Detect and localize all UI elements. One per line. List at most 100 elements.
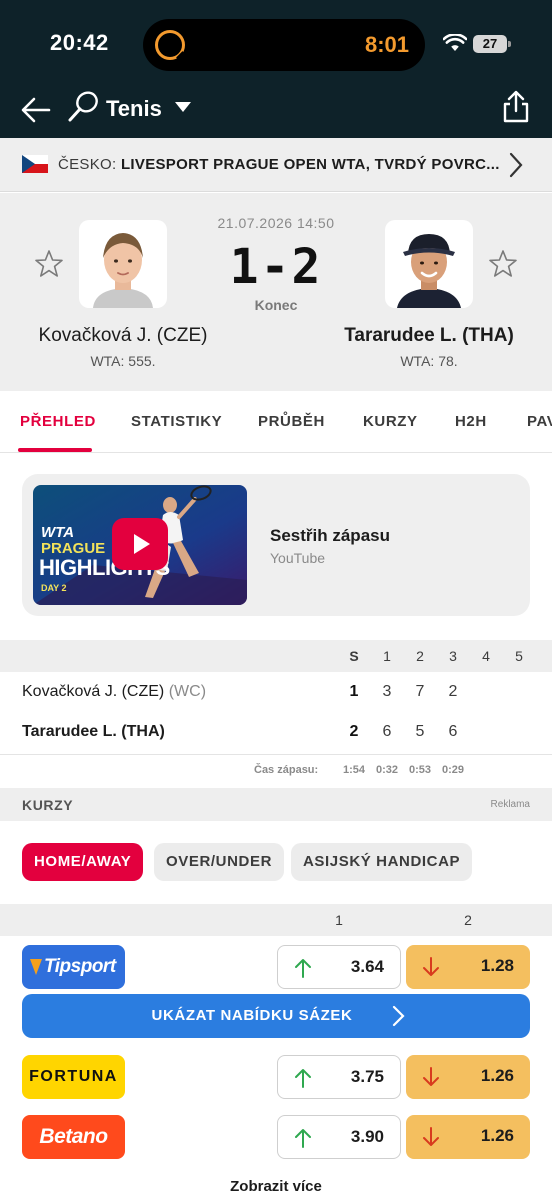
set-score: 5 xyxy=(415,723,425,740)
set-score: 2 xyxy=(448,683,458,700)
set-column-2: 2 xyxy=(416,648,424,664)
chip-over-under[interactable]: OVER/UNDER xyxy=(154,843,285,881)
show-betting-offer-button[interactable]: UKÁZAT NABÍDKU SÁZEK xyxy=(22,994,530,1038)
island-timer: 8:01 xyxy=(364,32,409,57)
odds-value: 3.64 xyxy=(350,957,384,976)
tab-h2h[interactable]: H2H xyxy=(455,413,487,430)
away-player-rank: WTA: 78. xyxy=(400,353,458,369)
bookmaker-logo-fortuna[interactable]: FORTUNA xyxy=(22,1055,125,1099)
offer-button-label: UKÁZAT NABÍDKU SÁZEK xyxy=(151,1007,353,1024)
play-button[interactable] xyxy=(112,518,168,570)
tennis-racket-icon[interactable] xyxy=(66,90,100,124)
duration-set-3: 0:29 xyxy=(441,764,465,776)
set-row-name: Kovačková J. (CZE) (WC) xyxy=(22,683,206,701)
back-arrow-icon[interactable] xyxy=(18,92,54,128)
bookmaker-name: Tipsport xyxy=(44,956,116,977)
odds-value: 3.75 xyxy=(350,1067,384,1086)
odds-section-header: KURZY Reklama xyxy=(0,788,552,821)
tab-overview[interactable]: PŘEHLED xyxy=(20,413,96,430)
tab-progress[interactable]: PRŮBĚH xyxy=(258,413,325,430)
bookmaker-name: Betano xyxy=(39,1125,108,1148)
odds-home-button[interactable]: 3.75 xyxy=(277,1055,401,1099)
app-bar: Tenis xyxy=(0,84,552,138)
home-name: Kovačková J. (CZE) xyxy=(22,683,165,700)
tournament-name: LIVESPORT PRAGUE OPEN WTA, TVRDÝ POVRC..… xyxy=(120,156,500,173)
highlights-title: Sestřih zápasu xyxy=(270,526,390,545)
arrow-down-icon xyxy=(423,1067,439,1086)
match-duration-label: Čas zápasu: xyxy=(254,764,319,776)
tournament-country: ČESKO: xyxy=(58,156,117,173)
thumb-city: PRAGUE xyxy=(41,540,106,557)
odds-away-button[interactable]: 1.26 xyxy=(406,1055,530,1099)
odds-value: 1.28 xyxy=(480,956,514,975)
duration-set-2: 0:53 xyxy=(408,764,432,776)
bookmaker-logo-tipsport[interactable]: Tipsport xyxy=(22,945,125,989)
home-player-name[interactable]: Kovačková J. (CZE) xyxy=(23,325,223,347)
set-column-5: 5 xyxy=(515,648,523,664)
away-player-name[interactable]: Tararudee L. (THA) xyxy=(329,325,529,347)
highlights-source: YouTube xyxy=(270,550,326,566)
highlights-card[interactable]: WTA PRAGUE HIGHLIGHTS DAY 2 Sestřih zápa… xyxy=(22,474,530,616)
wildcard-tag: (WC) xyxy=(168,683,207,700)
ad-label: Reklama xyxy=(490,799,530,810)
tab-odds[interactable]: KURZY xyxy=(363,413,418,430)
thumb-day: DAY 2 xyxy=(41,583,67,593)
chevron-right-icon xyxy=(392,1005,405,1027)
set-score: 7 xyxy=(415,683,425,700)
set-score: 3 xyxy=(382,683,392,700)
set-score: 6 xyxy=(382,723,392,740)
sport-selector[interactable]: Tenis xyxy=(106,96,162,122)
match-header: 21.07.2026 14:50 1-2 Konec Kovačková J. … xyxy=(0,193,552,391)
video-thumbnail[interactable]: WTA PRAGUE HIGHLIGHTS DAY 2 xyxy=(33,485,247,605)
set-column-1: 1 xyxy=(383,648,391,664)
odds-value: 1.26 xyxy=(480,1126,514,1145)
wifi-icon xyxy=(443,34,467,51)
arrow-down-icon xyxy=(423,1127,439,1146)
set-score: 6 xyxy=(448,723,458,740)
share-icon[interactable] xyxy=(500,90,532,124)
set-column-4: 4 xyxy=(482,648,490,664)
odds-value: 3.90 xyxy=(350,1127,384,1146)
battery-indicator: 27 xyxy=(473,35,511,53)
match-tabs: PŘEHLED STATISTIKY PRŮBĚH KURZY H2H PAV xyxy=(0,391,552,453)
chip-home-away[interactable]: HOME/AWAY xyxy=(22,843,144,881)
caret-down-icon[interactable] xyxy=(175,102,191,112)
odds-home-button[interactable]: 3.64 xyxy=(277,945,401,989)
tab-draw[interactable]: PAV xyxy=(527,413,552,430)
odds-title: KURZY xyxy=(22,797,74,813)
arrow-up-icon xyxy=(295,959,311,978)
divider xyxy=(0,754,552,755)
tournament-bar[interactable]: ČESKO: LIVESPORT PRAGUE OPEN WTA, TVRDÝ … xyxy=(0,138,552,192)
odds-columns-header: 1 2 xyxy=(0,904,552,936)
czech-flag-icon xyxy=(22,155,48,173)
bookmaker-logo-betano[interactable]: Betano xyxy=(22,1115,125,1159)
thumb-brand: WTA xyxy=(41,524,75,541)
tab-statistics[interactable]: STATISTIKY xyxy=(131,413,222,430)
set-score-header: S 1 2 3 4 5 xyxy=(0,640,552,672)
dynamic-island[interactable]: 8:01 xyxy=(143,19,425,71)
duration-total: 1:54 xyxy=(342,764,366,776)
bookmaker-name: FORTUNA xyxy=(29,1068,118,1085)
active-tab-indicator xyxy=(18,448,92,452)
play-icon xyxy=(134,534,150,554)
away-player-photo[interactable] xyxy=(385,220,473,308)
home-player-rank: WTA: 555. xyxy=(90,353,156,369)
odds-column-1: 1 xyxy=(335,912,343,928)
arrow-down-icon xyxy=(423,957,439,976)
odds-home-button[interactable]: 3.90 xyxy=(277,1115,401,1159)
odds-value: 1.26 xyxy=(480,1066,514,1085)
odds-away-button[interactable]: 1.28 xyxy=(406,945,530,989)
tournament-label: ČESKO: LIVESPORT PRAGUE OPEN WTA, TVRDÝ … xyxy=(58,156,500,173)
clock: 20:42 xyxy=(50,30,109,55)
odds-away-button[interactable]: 1.26 xyxy=(406,1115,530,1159)
status-bar: 20:42 8:01 27 xyxy=(0,0,552,84)
set-row-name: Tararudee L. (THA) xyxy=(22,723,165,740)
show-more-link[interactable]: Zobrazit více xyxy=(0,1178,552,1195)
chevron-right-icon[interactable] xyxy=(508,152,524,178)
away-player-avatar xyxy=(397,234,461,308)
set-total: 1 xyxy=(349,683,359,700)
odds-column-2: 2 xyxy=(464,912,472,928)
set-total: 2 xyxy=(349,723,359,740)
favorite-star-icon[interactable] xyxy=(488,249,518,279)
chip-asian-handicap[interactable]: ASIJSKÝ HANDICAP xyxy=(291,843,473,881)
